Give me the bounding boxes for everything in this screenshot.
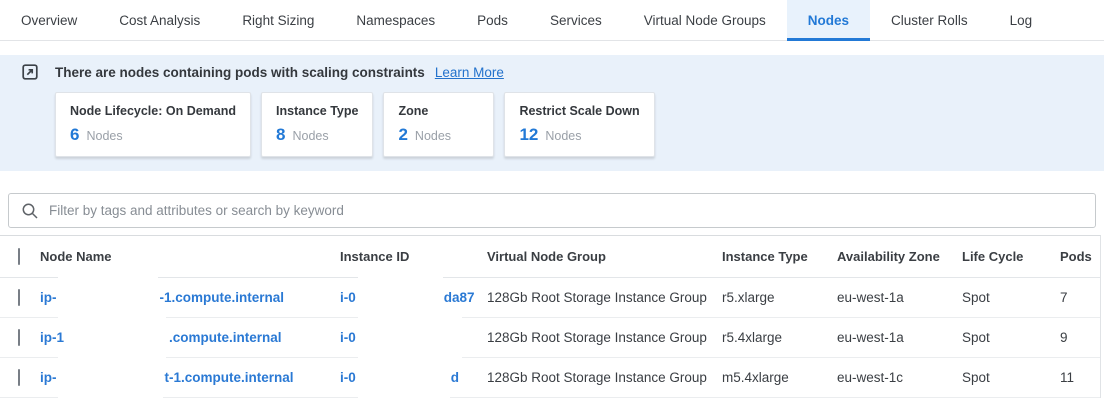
search-input[interactable]	[49, 203, 1083, 218]
row-checkbox[interactable]	[18, 289, 20, 306]
card-count: 12	[519, 125, 538, 145]
search-icon	[21, 202, 39, 220]
table-header-row: Node Name Instance ID Virtual Node Group…	[0, 236, 1100, 278]
node-name-link[interactable]: -1.compute.internal	[160, 290, 285, 305]
virtual-node-group-cell: 128Gb Root Storage Instance Group	[487, 370, 722, 385]
column-instance-type[interactable]: Instance Type	[722, 249, 837, 264]
row-checkbox[interactable]	[18, 369, 20, 386]
card-title: Node Lifecycle: On Demand	[70, 104, 236, 118]
pods-cell: 7	[1060, 290, 1100, 305]
tab-virtual-node-groups[interactable]: Virtual Node Groups	[623, 0, 787, 40]
column-life-cycle[interactable]: Life Cycle	[962, 249, 1060, 264]
tab-cluster-rolls[interactable]: Cluster Rolls	[870, 0, 989, 40]
card-count: 6	[70, 125, 79, 145]
scaling-constraints-banner: There are nodes containing pods with sca…	[0, 55, 1104, 171]
column-virtual-node-group[interactable]: Virtual Node Group	[487, 249, 722, 264]
tab-nodes[interactable]: Nodes	[787, 0, 870, 40]
learn-more-link[interactable]: Learn More	[435, 65, 504, 80]
virtual-node-group-cell: 128Gb Root Storage Instance Group	[487, 330, 722, 345]
card-node-lifecycle-on-demand[interactable]: Node Lifecycle: On Demand 6 Nodes	[55, 92, 251, 157]
pods-cell: 11	[1060, 370, 1100, 385]
node-name-link[interactable]: t-1.compute.internal	[165, 370, 294, 385]
card-zone[interactable]: Zone 2 Nodes	[383, 92, 494, 157]
pods-cell: 9	[1060, 330, 1100, 345]
node-name-link[interactable]: ip-1	[40, 330, 64, 345]
instance-id-link[interactable]: d	[451, 370, 459, 385]
tab-namespaces[interactable]: Namespaces	[335, 0, 456, 40]
card-unit: Nodes	[545, 129, 581, 143]
life-cycle-cell: Spot	[962, 330, 1060, 345]
column-availability-zone[interactable]: Availability Zone	[837, 249, 962, 264]
table-row: ip-1 .compute.internal i-0 128Gb Root Sto…	[0, 318, 1100, 358]
node-name-link[interactable]: ip-	[40, 290, 57, 305]
instance-id-link[interactable]: i-0	[340, 290, 356, 305]
column-instance-id[interactable]: Instance ID	[340, 249, 487, 264]
card-unit: Nodes	[415, 129, 451, 143]
life-cycle-cell: Spot	[962, 370, 1060, 385]
card-title: Restrict Scale Down	[519, 104, 639, 118]
nodes-table: Node Name Instance ID Virtual Node Group…	[0, 235, 1101, 398]
column-node-name[interactable]: Node Name	[40, 249, 340, 264]
node-name-link[interactable]: ip-	[40, 370, 57, 385]
card-restrict-scale-down[interactable]: Restrict Scale Down 12 Nodes	[504, 92, 654, 157]
row-checkbox[interactable]	[18, 329, 20, 346]
virtual-node-group-cell: 128Gb Root Storage Instance Group	[487, 290, 722, 305]
life-cycle-cell: Spot	[962, 290, 1060, 305]
card-instance-type[interactable]: Instance Type 8 Nodes	[261, 92, 373, 157]
column-pods[interactable]: Pods	[1060, 249, 1100, 264]
card-title: Zone	[398, 104, 479, 118]
tab-pods[interactable]: Pods	[456, 0, 529, 40]
instance-id-link[interactable]: i-0	[340, 330, 356, 345]
banner-message: There are nodes containing pods with sca…	[55, 65, 425, 80]
tab-log[interactable]: Log	[989, 0, 1054, 40]
instance-id-link[interactable]: i-0	[340, 370, 356, 385]
table-row: ip-t-1.compute.internal i-0 d 128Gb Root …	[0, 358, 1100, 398]
table-row: ip- -1.compute.internal i-0 da87 128Gb Roo…	[0, 278, 1100, 318]
card-count: 8	[276, 125, 285, 145]
card-unit: Nodes	[86, 129, 122, 143]
instance-type-cell: m5.4xlarge	[722, 370, 837, 385]
tab-overview[interactable]: Overview	[0, 0, 98, 40]
filter-search-bar[interactable]	[8, 193, 1096, 228]
card-unit: Nodes	[292, 129, 328, 143]
availability-zone-cell: eu-west-1c	[837, 370, 962, 385]
tab-services[interactable]: Services	[529, 0, 623, 40]
tab-cost-analysis[interactable]: Cost Analysis	[98, 0, 221, 40]
instance-type-cell: r5.xlarge	[722, 290, 837, 305]
card-title: Instance Type	[276, 104, 358, 118]
tab-right-sizing[interactable]: Right Sizing	[221, 0, 335, 40]
availability-zone-cell: eu-west-1a	[837, 330, 962, 345]
constraint-cards: Node Lifecycle: On Demand 6 Nodes Instan…	[55, 92, 1104, 157]
select-all-checkbox[interactable]	[18, 248, 20, 265]
node-name-link[interactable]: .compute.internal	[169, 330, 282, 345]
availability-zone-cell: eu-west-1a	[837, 290, 962, 305]
scaling-constraints-icon	[22, 64, 38, 80]
instance-type-cell: r5.4xlarge	[722, 330, 837, 345]
tab-bar: Overview Cost Analysis Right Sizing Name…	[0, 0, 1104, 41]
instance-id-link[interactable]: da87	[444, 290, 475, 305]
card-count: 2	[398, 125, 407, 145]
